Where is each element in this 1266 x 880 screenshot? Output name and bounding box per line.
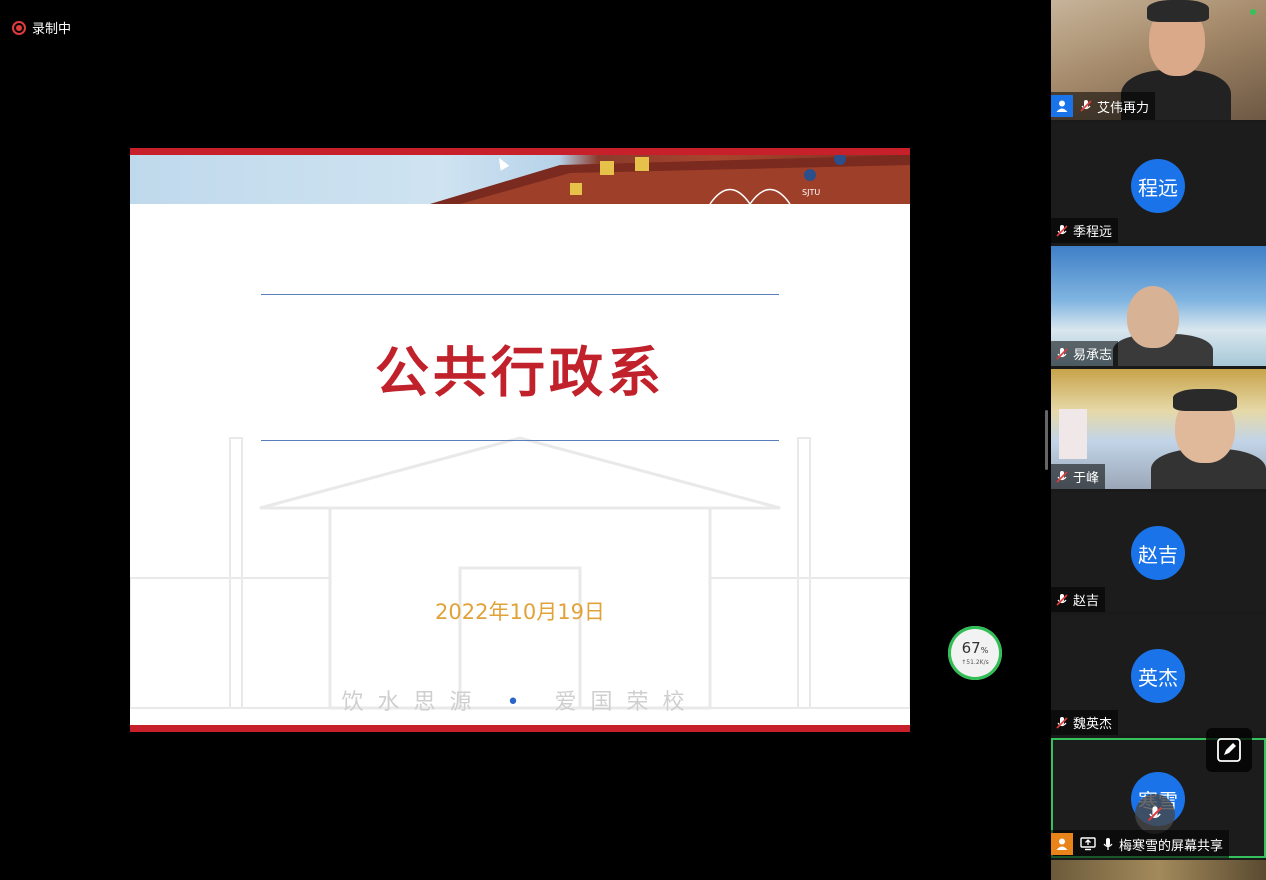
pen-edit-icon (1217, 738, 1241, 762)
participant-nametag: 梅寒雪的屏幕共享 (1051, 830, 1230, 858)
person-icon (1051, 95, 1073, 117)
participant-name: 易承志 (1073, 348, 1113, 363)
slide-date: 2022年10月19日 (435, 600, 605, 624)
participant-nametag: 季程远 (1051, 218, 1119, 243)
slide-title: 公共行政系 (375, 340, 665, 404)
network-percent: 67 (961, 639, 981, 657)
participant-name: 梅寒雪的屏幕共享 (1119, 838, 1224, 854)
connection-status-dot (1250, 9, 1256, 15)
mic-muted-icon (1055, 224, 1069, 238)
record-icon (12, 20, 26, 35)
participant-nametag: 魏英杰 (1051, 710, 1119, 735)
participant-tile-partial[interactable] (1051, 860, 1266, 880)
participant-tile[interactable]: 英杰 魏英杰 (1051, 615, 1266, 735)
shared-slide: SJTU 公共行政系 2022年10月19日 饮水思源 • 爱国荣校 (130, 148, 910, 732)
participant-tile[interactable]: 易承志 (1051, 246, 1266, 366)
participant-name: 魏英杰 (1073, 717, 1113, 732)
participant-name: 于峰 (1073, 471, 1100, 486)
participant-hair (1147, 0, 1209, 22)
logo-banner (1059, 409, 1087, 459)
network-speed: ↑51.2K/s (961, 659, 989, 666)
person-icon (1051, 833, 1073, 855)
panel-resize-handle[interactable] (1045, 410, 1048, 470)
network-status-gauge[interactable]: 67% ↑51.2K/s (948, 626, 1002, 680)
title-rule-bottom (261, 440, 779, 441)
slide-bottom-bar (130, 725, 910, 732)
participant-avatar: 英杰 (1131, 649, 1185, 703)
slide-top-bar (130, 148, 910, 155)
temple-roof-icon: SJTU (430, 155, 910, 204)
participant-tile[interactable]: 艾伟再力 (1051, 0, 1266, 120)
participant-avatar: 程远 (1131, 159, 1185, 213)
participant-tile[interactable]: 程远 季程远 (1051, 123, 1266, 243)
participant-name: 艾伟再力 (1097, 100, 1150, 116)
participant-tile[interactable]: 于峰 (1051, 369, 1266, 489)
title-rule-top (261, 294, 779, 295)
network-percent-unit: % (980, 646, 989, 655)
gate-watermark-icon (130, 436, 910, 710)
recording-indicator[interactable]: 录制中 (12, 18, 71, 37)
mic-muted-icon (1079, 99, 1093, 113)
participant-face (1127, 286, 1179, 348)
slide-banner-image: SJTU (130, 155, 910, 204)
mic-muted-icon (1055, 716, 1069, 730)
mic-on-icon (1101, 837, 1115, 851)
participant-hair (1173, 389, 1237, 411)
speaking-mic-icon (1135, 794, 1175, 834)
participant-name: 赵吉 (1073, 594, 1100, 609)
banner-text: SJTU (802, 188, 820, 197)
participant-avatar: 赵吉 (1131, 526, 1185, 580)
mic-muted-icon (1055, 347, 1069, 361)
annotate-button[interactable] (1206, 728, 1252, 772)
mic-muted-icon (1055, 470, 1069, 484)
participant-tile[interactable]: 赵吉 赵吉 (1051, 492, 1266, 612)
participant-nametag: 于峰 (1051, 464, 1106, 489)
participant-nametag: 易承志 (1051, 341, 1119, 366)
motto-left: 饮水思源 (341, 690, 486, 715)
screen-share-icon (1079, 835, 1097, 853)
motto-right: 爱国荣校 (554, 690, 699, 715)
participant-nametag: 赵吉 (1051, 587, 1106, 612)
slide-motto: 饮水思源 • 爱国荣校 (130, 684, 910, 716)
participant-nametag: 艾伟再力 (1051, 92, 1156, 120)
participant-name: 季程远 (1073, 225, 1113, 240)
mic-muted-icon (1055, 593, 1069, 607)
motto-separator: • (506, 690, 534, 715)
recording-label: 录制中 (32, 22, 72, 37)
